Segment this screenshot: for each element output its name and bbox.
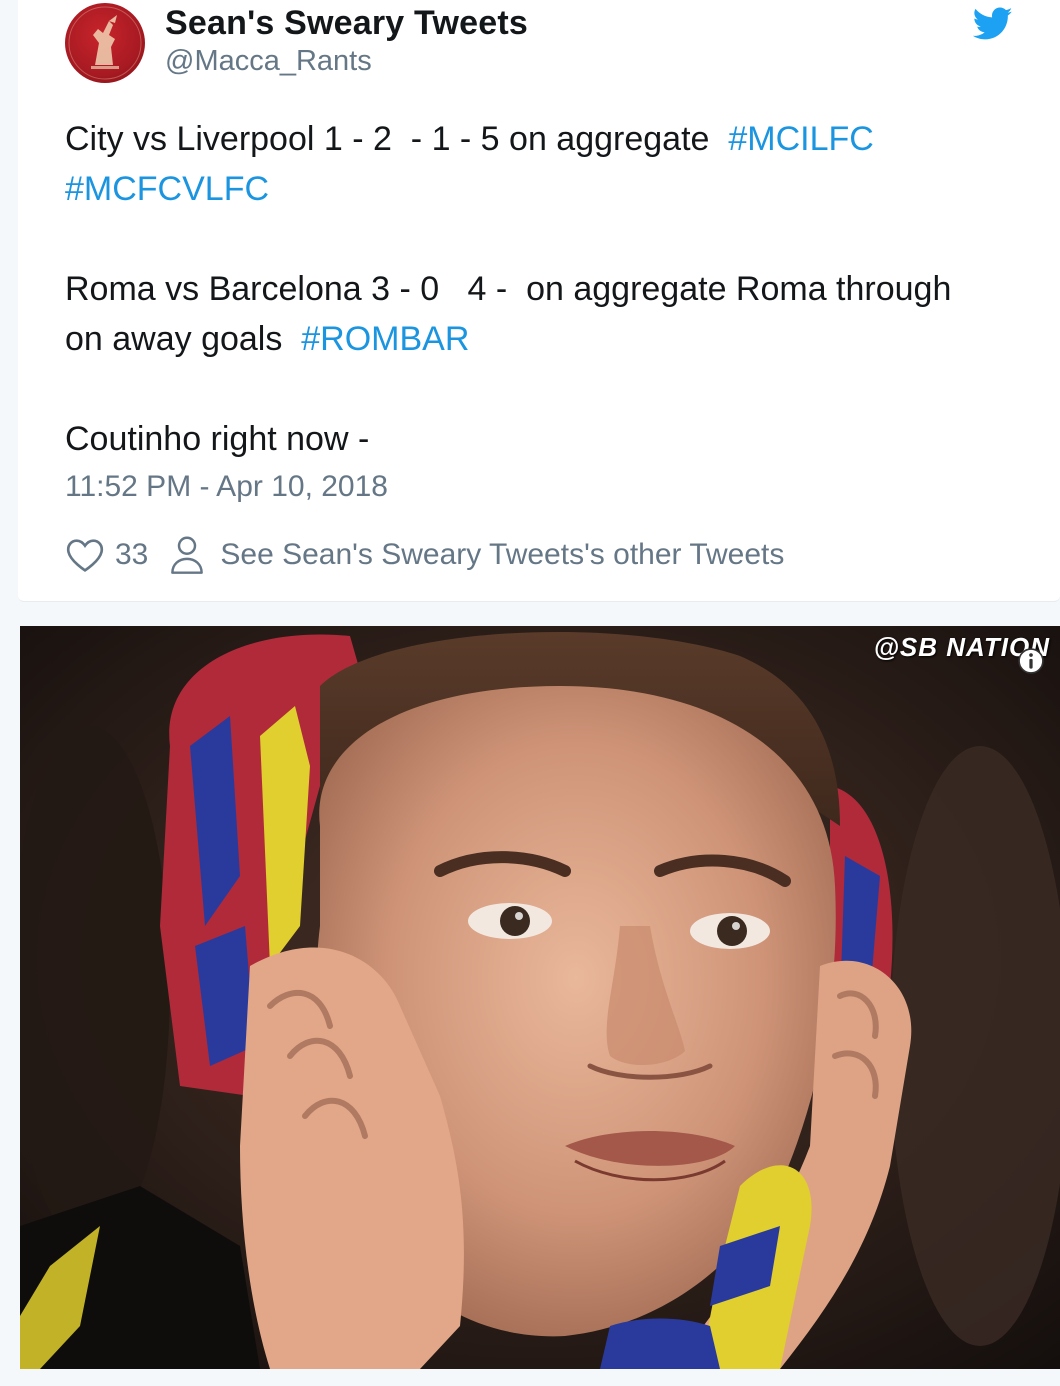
tweet-text-segment: Roma vs Barcelona 3 - 0 4 - on aggregate… <box>65 270 952 308</box>
tweet-text-segment: City vs Liverpool 1 - 2 - 1 - 5 on aggre… <box>65 120 729 158</box>
like-count[interactable]: 33 <box>115 538 148 572</box>
tweet-card: Sean's Sweary Tweets @Macca_Rants City v… <box>18 0 1060 602</box>
author-display-name[interactable]: Sean's Sweary Tweets <box>165 4 528 43</box>
other-tweets-link[interactable]: See Sean's Sweary Tweets's other Tweets <box>220 538 784 572</box>
hashtag-link[interactable]: #MCILFC <box>728 120 873 158</box>
heart-icon[interactable] <box>65 535 105 575</box>
tweet-text-line: on away goals #ROMBAR <box>65 314 1025 364</box>
tweet-text-blank-line <box>65 364 1025 414</box>
tweet-timestamp[interactable]: 11:52 PM - Apr 10, 2018 <box>65 470 388 504</box>
page: Sean's Sweary Tweets @Macca_Rants City v… <box>0 0 1060 1386</box>
tweet-text: City vs Liverpool 1 - 2 - 1 - 5 on aggre… <box>65 114 1025 464</box>
tweet-text-segment: on away goals <box>65 320 302 358</box>
tweet-media-image[interactable]: @SB NATION <box>20 626 1060 1369</box>
info-icon[interactable] <box>1018 648 1044 674</box>
tweet-text-line: #MCFCVLFC <box>65 164 1025 214</box>
tweet-actions: 33 See Sean's Sweary Tweets's other Twee… <box>65 533 784 577</box>
twitter-bird-icon[interactable] <box>973 6 1013 42</box>
person-icon <box>171 536 204 574</box>
avatar[interactable] <box>65 3 145 83</box>
hashtag-link[interactable]: #ROMBAR <box>301 320 469 358</box>
tweet-text-line: Coutinho right now - <box>65 414 1025 464</box>
coutinho-gif-illustration <box>20 626 1060 1369</box>
tweet-text-segment: Coutinho right now - <box>65 420 370 458</box>
author-handle[interactable]: @Macca_Rants <box>165 45 372 78</box>
hashtag-link[interactable]: #MCFCVLFC <box>65 170 269 208</box>
liverbird-crest-icon <box>68 6 142 80</box>
tweet-text-blank-line <box>65 214 1025 264</box>
tweet-text-line: City vs Liverpool 1 - 2 - 1 - 5 on aggre… <box>65 114 1025 164</box>
tweet-text-line: Roma vs Barcelona 3 - 0 4 - on aggregate… <box>65 264 1025 314</box>
